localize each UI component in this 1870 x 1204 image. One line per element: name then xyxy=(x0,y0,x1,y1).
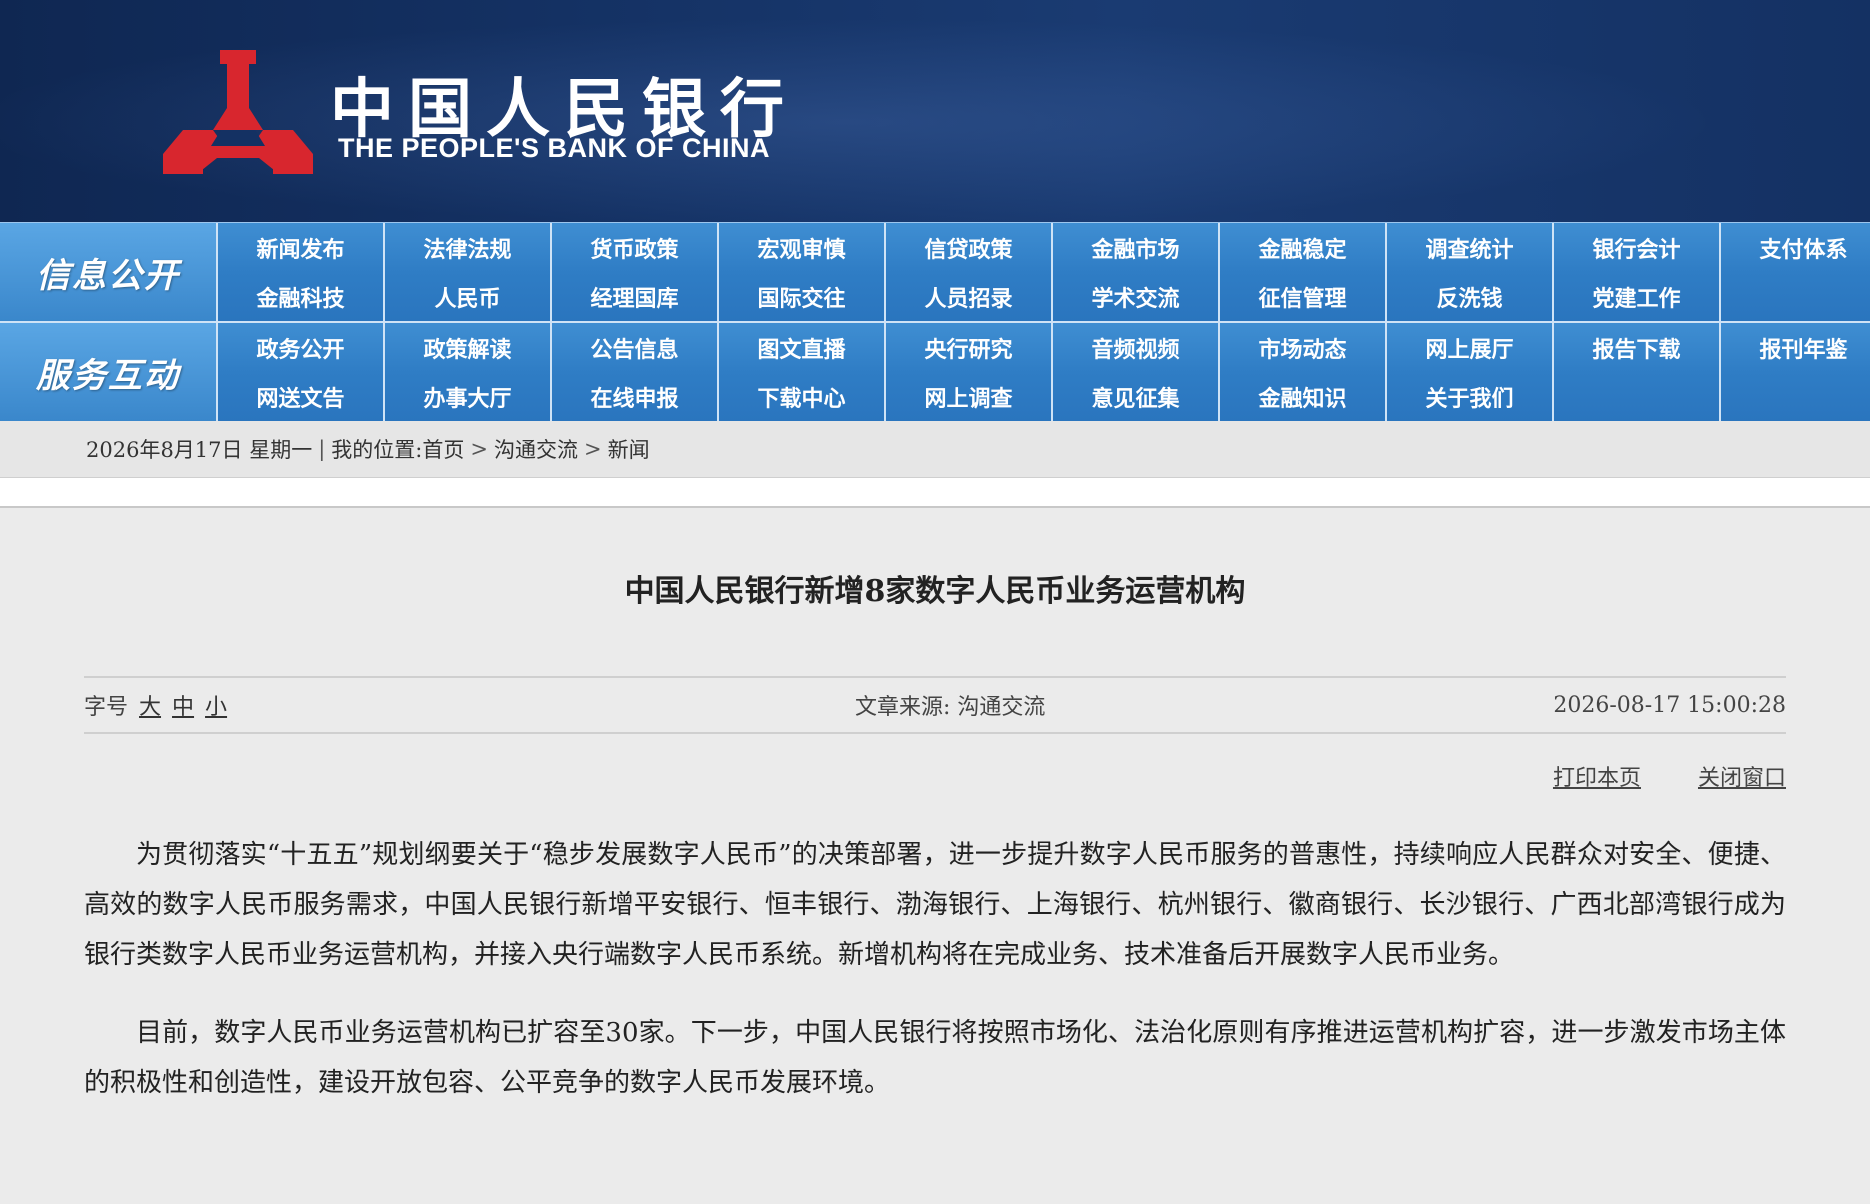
breadcrumb-arrow: > xyxy=(470,437,488,461)
article-title: 中国人民银行新增8家数字人民币业务运营机构 xyxy=(624,574,1246,609)
article-meta-bar: 字号 大 中 小 文章来源: 沟通交流 2026-08-17 15:00:28 xyxy=(84,676,1786,734)
breadcrumb-home-link[interactable]: 首页 xyxy=(422,434,464,464)
font-small-button[interactable]: 小 xyxy=(205,695,227,720)
article-body: 为贯彻落实“十五五”规划纲要关于“稳步发展数字人民币”的决策部署，进一步提升数字… xyxy=(84,830,1786,1108)
nav-item-party-building[interactable]: 党建工作 xyxy=(1554,272,1721,321)
font-large-button[interactable]: 大 xyxy=(139,695,161,720)
article-paragraph: 目前，数字人民币业务运营机构已扩容至30家。下一步，中国人民银行将按照市场化、法… xyxy=(84,1018,1786,1098)
article-datetime: 2026-08-17 15:00:28 xyxy=(1553,692,1786,718)
nav-item-fintech[interactable]: 金融科技 xyxy=(218,272,385,321)
nav-item-credit-reference[interactable]: 征信管理 xyxy=(1220,272,1387,321)
breadcrumb-arrow: > xyxy=(583,437,602,461)
nav-item-market-news[interactable]: 市场动态 xyxy=(1220,323,1387,372)
nav-info-disclosure: 信息公开 新闻发布 法律法规 货币政策 宏观审慎 信贷政策 金融市场 金融稳定 … xyxy=(0,222,1870,321)
nav-item-treasury[interactable]: 经理国库 xyxy=(552,272,719,321)
nav-item-about-us[interactable]: 关于我们 xyxy=(1387,372,1554,421)
nav-item-macroprudential[interactable]: 宏观审慎 xyxy=(719,223,886,272)
nav-item-laws[interactable]: 法律法规 xyxy=(385,223,552,272)
nav-item-financial-knowledge[interactable]: 金融知识 xyxy=(1220,372,1387,421)
nav-item-live-broadcast[interactable]: 图文直播 xyxy=(719,323,886,372)
nav-service-title: 服务互动 xyxy=(0,323,218,421)
nav-item-online-exhibition[interactable]: 网上展厅 xyxy=(1387,323,1554,372)
nav-item-news-release[interactable]: 新闻发布 xyxy=(218,223,385,272)
separator-strip xyxy=(0,478,1870,508)
nav-info-grid: 新闻发布 法律法规 货币政策 宏观审慎 信贷政策 金融市场 金融稳定 调查统计 … xyxy=(218,223,1870,321)
nav-service-grid: 政务公开 政策解读 公告信息 图文直播 央行研究 音频视频 市场动态 网上展厅 … xyxy=(218,323,1870,421)
nav-service-interaction: 服务互动 政务公开 政策解读 公告信息 图文直播 央行研究 音频视频 市场动态 … xyxy=(0,321,1870,421)
nav-item-bank-accounting[interactable]: 银行会计 xyxy=(1554,223,1721,272)
article: 中国人民银行新增8家数字人民币业务运营机构 字号 大 中 小 文章来源: 沟通交… xyxy=(0,508,1870,1108)
nav-item-audio-video[interactable]: 音频视频 xyxy=(1053,323,1220,372)
nav-item-empty xyxy=(1721,272,1870,321)
source-value: 沟通交流 xyxy=(957,695,1046,720)
close-window-link[interactable]: 关闭窗口 xyxy=(1698,766,1786,791)
nav-item-financial-market[interactable]: 金融市场 xyxy=(1053,223,1220,272)
location-label: 我的位置: xyxy=(331,438,423,462)
nav-item-online-documents[interactable]: 网送文告 xyxy=(218,372,385,421)
font-size-controls: 字号 大 中 小 xyxy=(84,689,227,721)
print-page-link[interactable]: 打印本页 xyxy=(1553,766,1641,791)
nav-item-policy-interpretation[interactable]: 政策解读 xyxy=(385,323,552,372)
font-medium-button[interactable]: 中 xyxy=(172,695,194,720)
nav-item-anti-money-laundering[interactable]: 反洗钱 xyxy=(1387,272,1554,321)
article-tools: 打印本页 关闭窗口 xyxy=(84,760,1786,792)
nav-item-rmb[interactable]: 人民币 xyxy=(385,272,552,321)
nav-item-empty xyxy=(1554,372,1721,421)
pboc-emblem-icon[interactable] xyxy=(163,50,313,180)
nav-item-academic[interactable]: 学术交流 xyxy=(1053,272,1220,321)
breadcrumb: 2026年8月17日 星期一 | 我的位置: 首页 > 沟通交流 > 新闻 xyxy=(0,421,1870,478)
nav-item-opinion-collection[interactable]: 意见征集 xyxy=(1053,372,1220,421)
nav-item-yearbooks[interactable]: 报刊年鉴 xyxy=(1721,323,1870,372)
nav-item-download-center[interactable]: 下载中心 xyxy=(719,372,886,421)
nav-item-report-download[interactable]: 报告下载 xyxy=(1554,323,1721,372)
nav-item-credit-policy[interactable]: 信贷政策 xyxy=(886,223,1053,272)
nav-item-announcements[interactable]: 公告信息 xyxy=(552,323,719,372)
nav-item-research[interactable]: 央行研究 xyxy=(886,323,1053,372)
nav-item-government-affairs[interactable]: 政务公开 xyxy=(218,323,385,372)
current-date: 2026年8月17日 星期一 xyxy=(86,438,313,462)
font-size-label: 字号 xyxy=(84,695,129,720)
nav-item-empty xyxy=(1721,372,1870,421)
source-label: 文章来源: xyxy=(854,695,951,720)
nav-item-service-hall[interactable]: 办事大厅 xyxy=(385,372,552,421)
article-source: 文章来源: 沟通交流 xyxy=(855,689,1045,721)
article-paragraph: 为贯彻落实“十五五”规划纲要关于“稳步发展数字人民币”的决策部署，进一步提升数字… xyxy=(84,840,1786,970)
nav-item-payment-system[interactable]: 支付体系 xyxy=(1721,223,1870,272)
nav-info-title: 信息公开 xyxy=(0,223,218,321)
nav-item-statistics[interactable]: 调查统计 xyxy=(1387,223,1554,272)
nav-item-recruitment[interactable]: 人员招录 xyxy=(886,272,1053,321)
header-banner: 中国人民银行 THE PEOPLE'S BANK OF CHINA xyxy=(0,0,1870,222)
nav-item-online-survey[interactable]: 网上调查 xyxy=(886,372,1053,421)
breadcrumb-divider: | xyxy=(318,437,326,461)
nav-item-monetary-policy[interactable]: 货币政策 xyxy=(552,223,719,272)
nav-item-financial-stability[interactable]: 金融稳定 xyxy=(1220,223,1387,272)
logo-english-name: THE PEOPLE'S BANK OF CHINA xyxy=(338,133,770,163)
breadcrumb-page-link[interactable]: 新闻 xyxy=(608,434,650,464)
nav-item-international[interactable]: 国际交往 xyxy=(719,272,886,321)
breadcrumb-section-link[interactable]: 沟通交流 xyxy=(494,434,578,464)
nav-item-online-filing[interactable]: 在线申报 xyxy=(552,372,719,421)
